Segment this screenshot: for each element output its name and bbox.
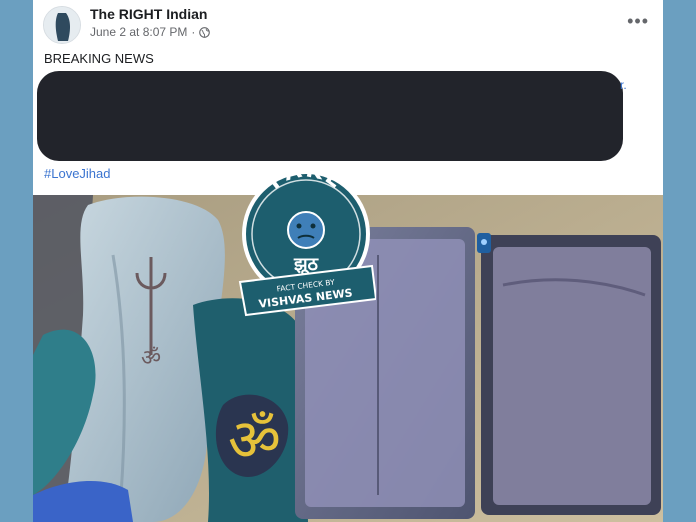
fake-fact-check-stamp: FAKE झूठ FACT CHECK BY VISHVAS NEWS [236, 157, 378, 319]
meta-separator: · [191, 25, 196, 39]
truncated-text-fragment: r. [620, 78, 627, 92]
svg-text:ॐ: ॐ [141, 346, 161, 371]
post-meta: June 2 at 8:07 PM · [90, 25, 211, 39]
author-name[interactable]: The RIGHT Indian [90, 6, 207, 22]
author-avatar[interactable] [43, 6, 81, 44]
redacted-text-block [37, 71, 623, 161]
post-text: BREAKING NEWS [44, 51, 154, 66]
post-timestamp[interactable]: June 2 at 8:07 PM [90, 25, 187, 39]
more-options-icon[interactable]: ••• [627, 12, 649, 30]
globe-icon [199, 26, 211, 38]
svg-text:ॐ: ॐ [228, 406, 281, 474]
hashtag-link[interactable]: #LoveJihad [44, 166, 111, 181]
